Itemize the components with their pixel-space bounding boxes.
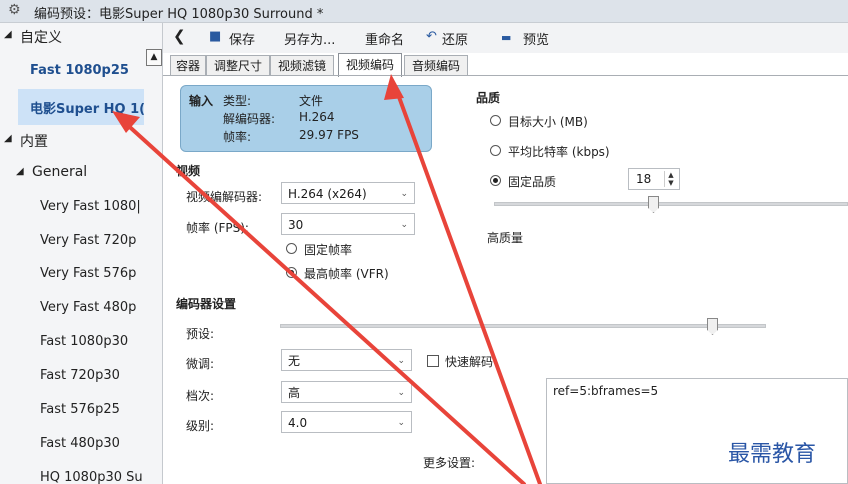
arrow-to-selected-preset xyxy=(112,111,526,484)
watermark-text: 最需教育 xyxy=(728,442,817,467)
arrow-to-video-tab xyxy=(384,74,542,484)
annotation-arrows xyxy=(112,74,542,484)
